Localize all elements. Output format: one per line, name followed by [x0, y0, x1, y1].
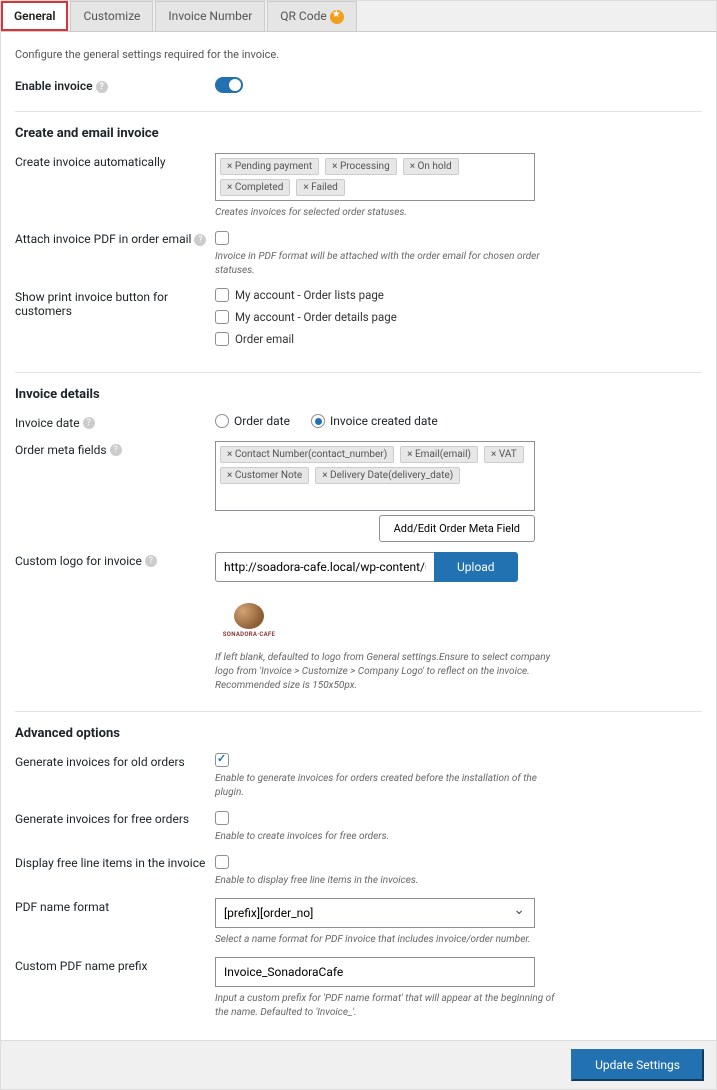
- status-tag[interactable]: × Pending payment: [220, 158, 319, 175]
- help-icon[interactable]: ?: [110, 444, 122, 456]
- gen-old-desc: Enable to generate invoices for orders c…: [215, 772, 565, 800]
- help-icon[interactable]: ?: [83, 417, 95, 429]
- disp-free-label: Display free line items in the invoice: [15, 854, 215, 870]
- status-tag[interactable]: × Completed: [220, 179, 290, 196]
- help-icon[interactable]: ?: [96, 81, 108, 93]
- tab-qr-code[interactable]: QR Code: [267, 1, 356, 31]
- enable-invoice-toggle[interactable]: [215, 77, 243, 93]
- prefix-input[interactable]: [215, 957, 535, 987]
- meta-tag[interactable]: × Customer Note: [220, 467, 309, 484]
- create-auto-desc: Creates invoices for selected order stat…: [215, 206, 565, 220]
- section-advanced: Advanced options: [15, 726, 702, 741]
- status-tag[interactable]: × Processing: [325, 158, 397, 175]
- update-settings-button[interactable]: Update Settings: [571, 1049, 704, 1081]
- logo-brand-text: SONADORA·CAFE: [223, 631, 275, 638]
- invoice-date-order-radio[interactable]: [215, 414, 229, 428]
- print-opt1-checkbox[interactable]: [215, 288, 229, 302]
- attach-pdf-label: Attach invoice PDF in order email?: [15, 230, 215, 246]
- tab-invoice-number[interactable]: Invoice Number: [155, 1, 265, 31]
- gen-old-label: Generate invoices for old orders: [15, 753, 215, 769]
- create-auto-label: Create invoice automatically: [15, 153, 215, 169]
- status-tag[interactable]: × On hold: [403, 158, 459, 175]
- print-opt3-checkbox[interactable]: [215, 332, 229, 346]
- gen-free-checkbox[interactable]: [215, 811, 229, 825]
- tab-customize[interactable]: Customize: [70, 1, 153, 31]
- custom-logo-label: Custom logo for invoice?: [15, 552, 215, 568]
- status-tag[interactable]: × Failed: [296, 179, 344, 196]
- pdf-name-label: PDF name format: [15, 898, 215, 914]
- gen-free-label: Generate invoices for free orders: [15, 810, 215, 826]
- help-icon[interactable]: ?: [145, 555, 157, 567]
- prefix-desc: Input a custom prefix for 'PDF name form…: [215, 992, 565, 1020]
- pdf-name-select[interactable]: [prefix][order_no]: [215, 898, 535, 928]
- prefix-label: Custom PDF name prefix: [15, 957, 215, 973]
- invoice-date-label: Invoice date?: [15, 414, 215, 430]
- gen-free-desc: Enable to create invoices for free order…: [215, 830, 565, 844]
- logo-preview: SONADORA·CAFE: [215, 596, 283, 646]
- section-invoice-details: Invoice details: [15, 387, 702, 402]
- meta-fields-tagbox[interactable]: × Contact Number(contact_number) × Email…: [215, 441, 535, 511]
- print-opt2-text: My account - Order details page: [235, 310, 397, 324]
- print-button-label: Show print invoice button for customers: [15, 288, 215, 318]
- disp-free-checkbox[interactable]: [215, 855, 229, 869]
- invoice-date-created-radio[interactable]: [311, 414, 325, 428]
- tab-general[interactable]: General: [1, 1, 68, 31]
- meta-tag[interactable]: × Delivery Date(delivery_date): [315, 467, 460, 484]
- print-opt3-text: Order email: [235, 332, 294, 346]
- pdf-name-desc: Select a name format for PDF invoice tha…: [215, 933, 565, 947]
- logo-image-icon: [234, 603, 264, 629]
- meta-tag[interactable]: × Contact Number(contact_number): [220, 446, 394, 463]
- radio-label: Order date: [234, 414, 290, 428]
- meta-tag[interactable]: × Email(email): [400, 446, 478, 463]
- attach-pdf-checkbox[interactable]: [215, 231, 229, 245]
- disp-free-desc: Enable to display free line items in the…: [215, 874, 565, 888]
- meta-fields-label: Order meta fields?: [15, 441, 215, 457]
- print-opt1-text: My account - Order lists page: [235, 288, 384, 302]
- gen-old-checkbox[interactable]: [215, 753, 229, 767]
- help-icon[interactable]: ?: [194, 234, 206, 246]
- print-opt2-checkbox[interactable]: [215, 310, 229, 324]
- attach-pdf-desc: Invoice in PDF format will be attached w…: [215, 250, 565, 278]
- footer: Update Settings: [1, 1040, 716, 1089]
- upload-button[interactable]: Upload: [434, 552, 518, 582]
- custom-logo-desc: If left blank, defaulted to logo from Ge…: [215, 651, 565, 693]
- logo-url-input[interactable]: [215, 552, 435, 582]
- section-create-email: Create and email invoice: [15, 126, 702, 141]
- add-edit-meta-button[interactable]: Add/Edit Order Meta Field: [379, 515, 535, 542]
- enable-invoice-label: Enable invoice?: [15, 77, 215, 93]
- create-auto-tagbox[interactable]: × Pending payment × Processing × On hold…: [215, 153, 535, 201]
- radio-label: Invoice created date: [330, 414, 438, 428]
- premium-icon: [330, 10, 344, 24]
- tabs: General Customize Invoice Number QR Code: [1, 1, 716, 32]
- meta-tag[interactable]: × VAT: [484, 446, 524, 463]
- intro-text: Configure the general settings required …: [15, 48, 702, 61]
